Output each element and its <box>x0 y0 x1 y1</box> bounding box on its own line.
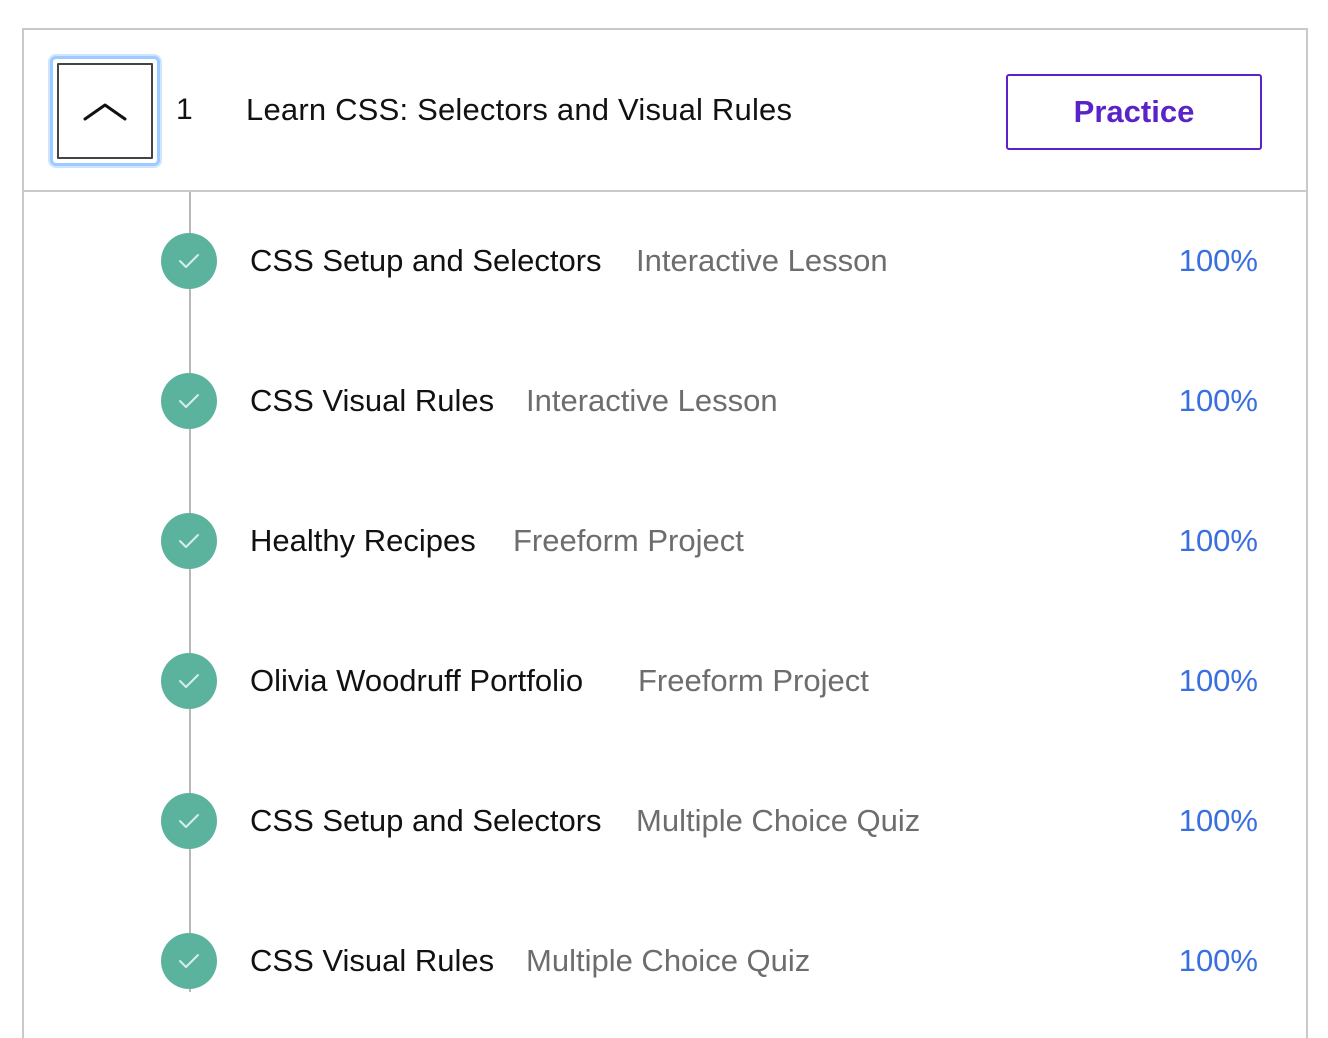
lesson-name[interactable]: CSS Visual Rules <box>250 943 494 979</box>
lesson-type: Multiple Choice Quiz <box>526 943 811 978</box>
completed-check-icon <box>161 933 217 989</box>
lesson-progress: 100% <box>1178 943 1258 978</box>
lesson-name[interactable]: CSS Visual Rules <box>250 383 494 419</box>
module-card: 1 Learn CSS: Selectors and Visual Rules … <box>22 28 1308 1038</box>
lesson-row[interactable]: CSS Visual Rules Multiple Choice Quiz 10… <box>24 30 1306 989</box>
lesson-type: Interactive Lesson <box>526 383 778 418</box>
lesson-progress: 100% <box>1178 803 1258 838</box>
lesson-progress: 100% <box>1178 243 1258 278</box>
completed-check-icon <box>161 793 217 849</box>
lesson-type: Freeform Project <box>638 663 869 698</box>
lesson-name[interactable]: CSS Setup and Selectors <box>250 243 602 279</box>
lesson-progress: 100% <box>1178 663 1258 698</box>
lesson-name[interactable]: Olivia Woodruff Portfolio <box>250 663 583 699</box>
lesson-type: Interactive Lesson <box>636 243 888 278</box>
lesson-name[interactable]: CSS Setup and Selectors <box>250 803 602 839</box>
lesson-name[interactable]: Healthy Recipes <box>250 523 476 559</box>
completed-check-icon <box>161 513 217 569</box>
lesson-progress: 100% <box>1178 383 1258 418</box>
completed-check-icon <box>161 373 217 429</box>
lesson-type: Freeform Project <box>513 523 744 558</box>
timeline-line <box>189 192 191 992</box>
lesson-progress: 100% <box>1178 523 1258 558</box>
completed-check-icon <box>161 233 217 289</box>
lesson-type: Multiple Choice Quiz <box>636 803 921 838</box>
completed-check-icon <box>161 653 217 709</box>
